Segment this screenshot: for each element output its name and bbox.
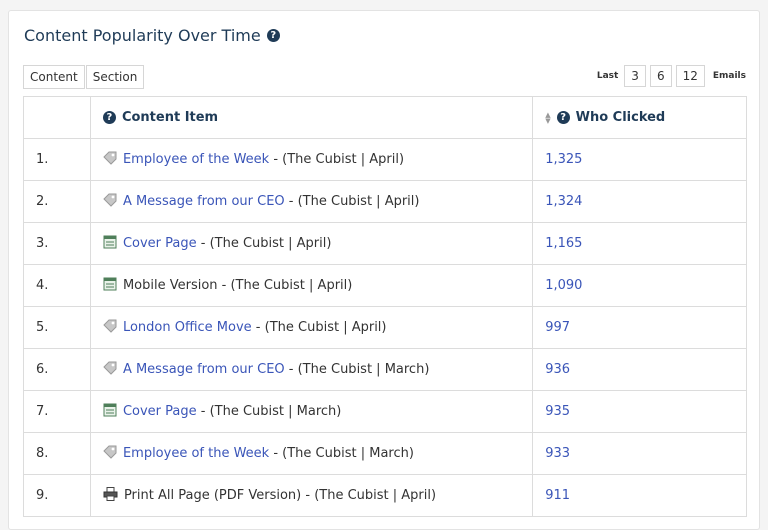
content-item-cell: Cover Page - (The Cubist | March) — [89, 390, 534, 433]
content-item-header: ? Content Item — [89, 96, 534, 139]
who-clicked-count-link[interactable]: 935 — [545, 404, 570, 419]
content-item-link[interactable]: Employee of the Week — [123, 152, 269, 167]
who-clicked-header[interactable]: ▲ ▼ ? Who Clicked — [532, 96, 747, 139]
who-clicked-count-link[interactable]: 997 — [545, 320, 570, 335]
content-item-detail: - (The Cubist | April) — [284, 193, 420, 209]
tag-icon — [103, 445, 117, 463]
table-header-row: ? Content Item ▲ ▼ ? Who Clicked — [23, 96, 747, 139]
content-item-header-label: Content Item — [121, 110, 219, 125]
who-clicked-cell: 1,165 — [532, 222, 747, 265]
filter-option-12[interactable]: 12 — [675, 65, 705, 87]
who-clicked-count-link[interactable]: 1,324 — [545, 194, 582, 209]
rank-cell: 4. — [23, 264, 91, 307]
filter-option-6[interactable]: 6 — [649, 65, 672, 87]
content-item-link[interactable]: London Office Move — [123, 320, 252, 335]
rank-header — [23, 96, 91, 139]
rank-cell: 1. — [23, 138, 91, 181]
content-table: ? Content Item ▲ ▼ ? Who Clicked 1. Employ… — [23, 96, 747, 517]
page-icon — [103, 403, 117, 421]
who-clicked-cell: 997 — [532, 306, 747, 349]
rank-cell: 7. — [23, 390, 91, 433]
table-row: 5. London Office Move - (The Cubist | Apr… — [23, 306, 747, 349]
content-item-detail: - (The Cubist | March) — [196, 403, 342, 419]
content-popularity-panel: Content Popularity Over Time ? Content S… — [8, 10, 760, 530]
table-row: 3. Cover Page - (The Cubist | April) 1,165 — [23, 222, 747, 265]
who-clicked-count-link[interactable]: 933 — [545, 446, 570, 461]
content-button[interactable]: Content — [23, 65, 85, 89]
who-clicked-cell: 1,325 — [532, 138, 747, 181]
page-icon — [103, 235, 117, 253]
content-item-cell: Cover Page - (The Cubist | April) — [89, 222, 534, 265]
who-clicked-header-label: Who Clicked — [575, 110, 666, 125]
content-item-cell: London Office Move - (The Cubist | April… — [89, 306, 534, 349]
rank-cell: 2. — [23, 180, 91, 223]
who-clicked-cell: 933 — [532, 432, 747, 475]
tag-icon — [103, 193, 117, 211]
rank-cell: 3. — [23, 222, 91, 265]
content-item-link[interactable]: Employee of the Week — [123, 446, 269, 461]
who-clicked-cell: 1,090 — [532, 264, 747, 307]
content-item-detail: Print All Page (PDF Version) - (The Cubi… — [123, 487, 437, 503]
content-item-cell: Employee of the Week - (The Cubist | Mar… — [89, 432, 534, 475]
who-clicked-count-link[interactable]: 1,090 — [545, 278, 582, 293]
content-item-link[interactable]: A Message from our CEO — [123, 362, 285, 377]
table-row: 7. Cover Page - (The Cubist | March) 935 — [23, 390, 747, 433]
filter-last-label: Last — [596, 71, 619, 81]
who-clicked-cell: 1,324 — [532, 180, 747, 223]
who-clicked-count-link[interactable]: 1,165 — [545, 236, 582, 251]
filter-option-3[interactable]: 3 — [624, 65, 646, 87]
help-icon[interactable]: ? — [266, 29, 280, 42]
content-item-cell: Employee of the Week - (The Cubist | Apr… — [89, 138, 534, 181]
sort-icon[interactable]: ▲ ▼ — [545, 111, 550, 124]
who-clicked-cell: 935 — [532, 390, 747, 433]
tag-icon — [103, 319, 117, 337]
table-row: 1. Employee of the Week - (The Cubist | A… — [23, 138, 747, 181]
table-row: 2. A Message from our CEO - (The Cubist |… — [23, 180, 747, 223]
section-button[interactable]: Section — [85, 65, 145, 89]
content-item-cell: A Message from our CEO - (The Cubist | M… — [89, 348, 534, 391]
page-icon — [103, 277, 117, 295]
who-clicked-count-link[interactable]: 936 — [545, 362, 570, 377]
table-row: 6. A Message from our CEO - (The Cubist |… — [23, 348, 747, 391]
table-row: 9. Print All Page (PDF Version) - (The Cu… — [23, 474, 747, 517]
who-clicked-cell: 936 — [532, 348, 747, 391]
who-clicked-count-link[interactable]: 1,325 — [545, 152, 582, 167]
help-icon[interactable]: ? — [102, 111, 116, 124]
filter-emails-label: Emails — [712, 71, 746, 81]
help-icon[interactable]: ? — [556, 111, 570, 124]
content-item-link[interactable]: Cover Page — [123, 404, 197, 419]
content-item-detail: - (The Cubist | March) — [284, 361, 430, 377]
table-row: 4. Mobile Version - (The Cubist | April) 1… — [23, 264, 747, 307]
emails-filter: Last 3 6 12 Emails — [597, 65, 746, 87]
content-item-detail: - (The Cubist | April) — [196, 235, 332, 251]
content-item-link[interactable]: Cover Page — [123, 236, 197, 251]
rank-cell: 9. — [23, 474, 91, 517]
table-row: 8. Employee of the Week - (The Cubist | M… — [23, 432, 747, 475]
tag-icon — [103, 151, 117, 169]
printer-icon — [103, 486, 118, 505]
content-item-cell: Mobile Version - (The Cubist | April) — [89, 264, 534, 307]
rank-cell: 5. — [23, 306, 91, 349]
content-item-cell: Print All Page (PDF Version) - (The Cubi… — [89, 474, 534, 517]
content-item-detail: Mobile Version - (The Cubist | April) — [122, 277, 353, 293]
title-row: Content Popularity Over Time ? — [24, 26, 280, 45]
page-title: Content Popularity Over Time — [24, 26, 261, 45]
content-item-detail: - (The Cubist | April) — [251, 319, 387, 335]
rank-cell: 8. — [23, 432, 91, 475]
view-toggle: Content Section — [23, 65, 145, 89]
content-item-detail: - (The Cubist | March) — [269, 445, 414, 461]
content-item-link[interactable]: A Message from our CEO — [123, 194, 285, 209]
content-item-cell: A Message from our CEO - (The Cubist | A… — [89, 180, 534, 223]
who-clicked-count-link[interactable]: 911 — [545, 488, 570, 503]
who-clicked-cell: 911 — [532, 474, 747, 517]
content-item-detail: - (The Cubist | April) — [269, 151, 405, 167]
tag-icon — [103, 361, 117, 379]
rank-cell: 6. — [23, 348, 91, 391]
